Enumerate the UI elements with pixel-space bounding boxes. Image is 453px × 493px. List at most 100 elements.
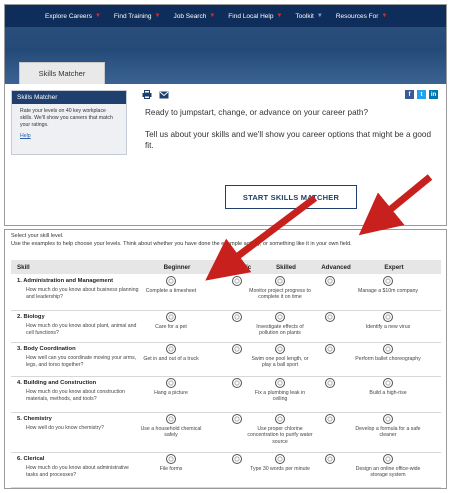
level-radio-expert[interactable]	[383, 454, 393, 464]
level-example: Complete a timesheet	[145, 287, 197, 294]
level-example: Use a household chemical safely	[140, 425, 202, 439]
facebook-icon[interactable]: f	[405, 90, 414, 99]
level-radio-beginner[interactable]	[166, 454, 176, 464]
table-row: 1. Administration and Management How much…	[11, 276, 441, 311]
instruction-use-examples: Use the examples to help choose your lev…	[11, 241, 352, 247]
intro-description: Tell us about your skills and we'll show…	[145, 130, 432, 150]
nav-item-3[interactable]: Job Search ▼	[173, 13, 215, 20]
level-radio-basic[interactable]	[232, 414, 242, 424]
level-cell-expert: Build a high-rise	[360, 378, 416, 396]
level-radio-skilled[interactable]	[275, 414, 285, 424]
nav-item-label: Toolkit	[295, 12, 314, 20]
level-example: Use proper chlorine concentration to pur…	[247, 425, 313, 445]
level-example: Develop a formula for a safe cleaner	[355, 425, 421, 439]
skill-title: 1. Administration and Management	[17, 278, 114, 284]
level-radio-skilled[interactable]	[275, 276, 285, 286]
skill-title: 4. Building and Construction	[17, 380, 97, 386]
level-cell-skilled: Swim one pool length, or play a ball spo…	[251, 344, 309, 369]
level-radio-basic[interactable]	[232, 454, 242, 464]
level-radio-basic[interactable]	[232, 378, 242, 388]
skill-question: How much do you know about business plan…	[26, 287, 139, 300]
header-beginner: Beginner	[163, 264, 191, 271]
header-skill: Skill	[17, 264, 30, 271]
header-banner: Skills Matcher	[5, 27, 446, 84]
start-skills-matcher-button[interactable]: START SKILLS MATCHER	[225, 185, 357, 209]
level-radio-basic[interactable]	[232, 312, 242, 322]
level-radio-beginner[interactable]	[166, 344, 176, 354]
header-advanced: Advanced	[321, 264, 351, 271]
help-link[interactable]: Help	[12, 133, 126, 139]
email-icon[interactable]	[159, 90, 169, 99]
sidebar-panel: Skills Matcher Rate your levels on 40 ke…	[11, 90, 127, 155]
level-radio-advanced[interactable]	[325, 312, 335, 322]
level-example: Perform ballet choreography	[355, 355, 421, 362]
level-radio-advanced[interactable]	[325, 378, 335, 388]
twitter-icon[interactable]: t	[417, 90, 426, 99]
level-radio-skilled[interactable]	[275, 344, 285, 354]
level-example: Swim one pool length, or play a ball spo…	[251, 355, 309, 369]
table-row: 3. Body Coordination How well can you coo…	[11, 344, 441, 377]
level-example: Investigate effects of pollution on plan…	[256, 323, 304, 337]
skill-title: 3. Body Coordination	[17, 346, 76, 352]
nav-item-5[interactable]: Toolkit ▼	[295, 13, 322, 20]
level-example: Monitor project progress to complete it …	[249, 287, 311, 301]
nav-item-6[interactable]: Resources For ▼	[336, 13, 388, 20]
level-radio-advanced[interactable]	[325, 454, 335, 464]
skill-title: 6. Clerical	[17, 456, 45, 462]
level-radio-skilled[interactable]	[275, 454, 285, 464]
level-cell-skilled: Investigate effects of pollution on plan…	[252, 312, 308, 337]
skill-rating-panel: Select your skill level. Use the example…	[4, 229, 447, 489]
printer-icon[interactable]	[142, 90, 152, 99]
nav-item-1[interactable]: Explore Careers ▼	[45, 13, 101, 20]
level-cell-skilled: Monitor project progress to complete it …	[249, 276, 311, 301]
level-example: Design an online office-wide storage sys…	[355, 465, 421, 479]
chevron-down-icon: ▼	[94, 13, 101, 19]
nav-item-label: Find Local Help	[228, 12, 274, 20]
page-content: Skills Matcher Rate your levels on 40 ke…	[5, 84, 446, 225]
level-cell-skilled: Fix a plumbing leak in ceiling	[252, 378, 308, 403]
level-radio-expert[interactable]	[383, 344, 393, 354]
level-example: File forms	[159, 465, 183, 472]
chevron-down-icon: ▼	[381, 13, 388, 19]
level-radio-beginner[interactable]	[166, 414, 176, 424]
level-cell-beginner: Complete a timesheet	[143, 276, 199, 294]
level-radio-advanced[interactable]	[325, 344, 335, 354]
level-cell-advanced	[302, 344, 358, 354]
linkedin-icon[interactable]: in	[429, 90, 438, 99]
nav-item-4[interactable]: Find Local Help ▼	[228, 13, 282, 20]
level-cell-expert: Manage a $10m company	[358, 276, 418, 294]
skill-question: How well can you coordinate moving your …	[26, 355, 137, 368]
sidebar-title[interactable]: Skills Matcher	[12, 91, 126, 104]
level-cell-beginner: Get in and out of a truck	[143, 344, 199, 362]
level-radio-basic[interactable]	[232, 276, 242, 286]
nav-item-label: Explore Careers	[45, 12, 92, 20]
level-example: Manage a $10m company	[358, 287, 418, 294]
level-radio-basic[interactable]	[232, 344, 242, 354]
level-radio-beginner[interactable]	[166, 276, 176, 286]
level-radio-advanced[interactable]	[325, 414, 335, 424]
header-basic: Basic	[234, 264, 252, 271]
instruction-select-level: Select your skill level.	[11, 233, 64, 239]
level-radio-advanced[interactable]	[325, 276, 335, 286]
sidebar-description: Rate your levels on 40 key workplace ski…	[20, 108, 113, 128]
nav-item-label: Find Training	[113, 12, 152, 20]
level-radio-beginner[interactable]	[166, 312, 176, 322]
level-radio-expert[interactable]	[383, 312, 393, 322]
header-expert: Expert	[384, 264, 404, 271]
table-row: 5. Chemistry How well do you know chemist…	[11, 414, 441, 453]
skill-question: How much do you know about plant, animal…	[26, 323, 137, 336]
social-links: f t in	[405, 90, 438, 99]
table-header: Skill Beginner Basic Skilled Advanced Expert	[11, 260, 441, 274]
level-radio-skilled[interactable]	[275, 378, 285, 388]
level-cell-advanced	[302, 454, 358, 464]
level-radio-beginner[interactable]	[166, 378, 176, 388]
level-radio-expert[interactable]	[383, 378, 393, 388]
skill-question: How well do you know chemistry?	[26, 425, 104, 431]
level-radio-expert[interactable]	[383, 414, 393, 424]
level-radio-skilled[interactable]	[275, 312, 285, 322]
level-example: Get in and out of a truck	[143, 355, 199, 362]
skill-question: How much do you know about administrativ…	[26, 465, 129, 478]
share-tools	[142, 90, 169, 99]
nav-item-2[interactable]: Find Training ▼	[114, 13, 161, 20]
level-radio-expert[interactable]	[383, 276, 393, 286]
